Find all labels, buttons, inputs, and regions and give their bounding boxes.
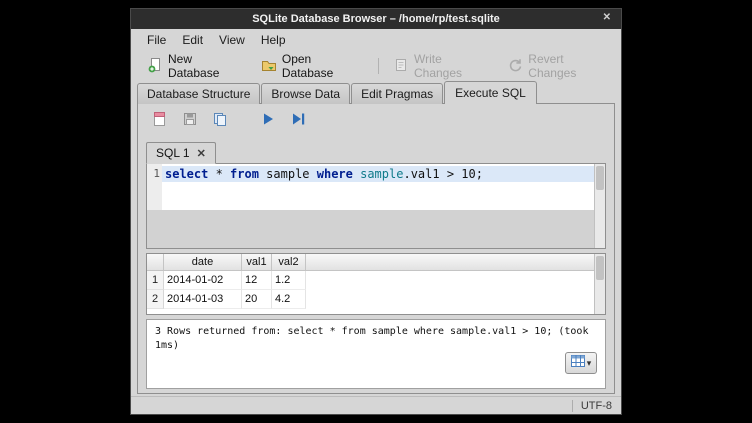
cell-val2[interactable]: 4.2 [272,290,306,309]
sql-status-panel: 3 Rows returned from: select * from samp… [146,319,606,389]
toolbar-separator [378,58,379,74]
results-table-inner: date val1 val2 1 2014-01-02 12 1.2 2 201… [147,254,594,314]
tab-execute-sql[interactable]: Execute SQL [444,81,537,104]
line-number: 1 [153,167,160,180]
execute-sql-icon [260,111,276,132]
results-table: date val1 val2 1 2014-01-02 12 1.2 2 201… [146,253,606,315]
sql-token: where [317,167,353,181]
chevron-down-icon: ▾ [587,358,592,369]
sql-token: sample [259,167,317,181]
revert-changes-label: Revert Changes [528,52,613,80]
write-changes-label: Write Changes [414,52,491,80]
cell-val1[interactable]: 12 [242,271,272,290]
sql-tab-1[interactable]: SQL 1 ✕ [146,142,216,164]
table-icon [571,354,585,372]
title-bar: SQLite Database Browser – /home/rp/test.… [131,9,621,29]
statusbar-separator [572,400,573,412]
screenshot-stage: SQLite Database Browser – /home/rp/test.… [0,0,752,423]
sql-token: * [208,167,230,181]
table-row[interactable]: 1 2014-01-02 12 1.2 [147,271,594,290]
corner-header-cell[interactable] [147,254,164,270]
editor-scrollbar-thumb[interactable] [596,166,604,190]
row-number[interactable]: 1 [147,271,164,290]
execute-sql-pane: SQL 1 ✕ 1 select * from sample where sam… [137,103,615,394]
write-changes-button[interactable]: Write Changes [385,49,499,83]
sql-tab-strip: SQL 1 ✕ [146,142,606,163]
editor-scrollbar[interactable] [594,164,605,248]
menu-help[interactable]: Help [253,31,294,49]
sql-editor[interactable]: 1 select * from sample where sample.val1… [146,163,606,249]
window-title: SQLite Database Browser – /home/rp/test.… [252,13,500,25]
column-header-date[interactable]: date [164,254,242,270]
row-number[interactable]: 2 [147,290,164,309]
sql-tab-label: SQL 1 [156,146,190,160]
cell-val1[interactable]: 20 [242,290,272,309]
copy-icon [212,111,228,132]
status-bar: UTF-8 [131,396,621,414]
tab-browse-data[interactable]: Browse Data [261,83,350,104]
menu-file[interactable]: File [139,31,174,49]
save-sql-file-button[interactable] [178,110,202,132]
open-database-icon [261,57,277,76]
sql-toolbar [148,110,310,132]
menu-bar: File Edit View Help [131,29,621,51]
sql-token: from [230,167,259,181]
cell-date[interactable]: 2014-01-02 [164,271,242,290]
sql-code-line[interactable]: select * from sample where sample.val1 >… [162,166,594,182]
sql-tab-close-icon[interactable]: ✕ [197,147,206,160]
column-header-val1[interactable]: val1 [242,254,272,270]
save-results-button[interactable]: ▾ [565,352,597,374]
copy-sql-button[interactable] [208,110,232,132]
menu-view[interactable]: View [211,31,253,49]
main-toolbar: New Database Open Database Write Changes… [131,51,621,81]
sql-token: .val1 > 10; [403,167,482,181]
open-database-label: Open Database [282,52,364,80]
save-sql-file-icon [182,111,198,132]
new-database-button[interactable]: New Database [139,49,253,83]
header-filler [306,254,594,270]
app-window: SQLite Database Browser – /home/rp/test.… [130,8,622,415]
encoding-indicator: UTF-8 [581,400,612,412]
open-sql-file-icon [152,111,168,132]
new-database-label: New Database [168,52,245,80]
open-database-button[interactable]: Open Database [253,49,372,83]
tab-edit-pragmas[interactable]: Edit Pragmas [351,83,443,104]
revert-changes-icon [507,57,523,76]
cell-date[interactable]: 2014-01-03 [164,290,242,309]
sql-editor-viewport[interactable]: 1 select * from sample where sample.val1… [147,164,594,210]
query-status-message: 3 Rows returned from: select * from samp… [147,320,606,358]
table-row[interactable]: 2 2014-01-03 20 4.2 [147,290,594,309]
menu-edit[interactable]: Edit [174,31,211,49]
open-sql-file-button[interactable] [148,110,172,132]
column-header-val2[interactable]: val2 [272,254,306,270]
sql-token: select [165,167,208,181]
new-database-icon [147,57,163,76]
sql-token: sample [360,167,403,181]
table-scrollbar[interactable] [594,254,605,314]
sql-token [353,167,360,181]
window-close-button[interactable]: ✕ [600,11,614,24]
execute-current-line-button[interactable] [286,110,310,132]
write-changes-icon [393,57,409,76]
execute-current-line-icon [290,111,306,132]
main-tab-strip: Database Structure Browse Data Edit Prag… [131,81,621,103]
results-table-header: date val1 val2 [147,254,594,271]
revert-changes-button[interactable]: Revert Changes [499,49,621,83]
tab-database-structure[interactable]: Database Structure [137,83,260,104]
cell-val2[interactable]: 1.2 [272,271,306,290]
table-scrollbar-thumb[interactable] [596,256,604,280]
execute-sql-button[interactable] [256,110,280,132]
line-number-gutter: 1 [147,164,162,210]
